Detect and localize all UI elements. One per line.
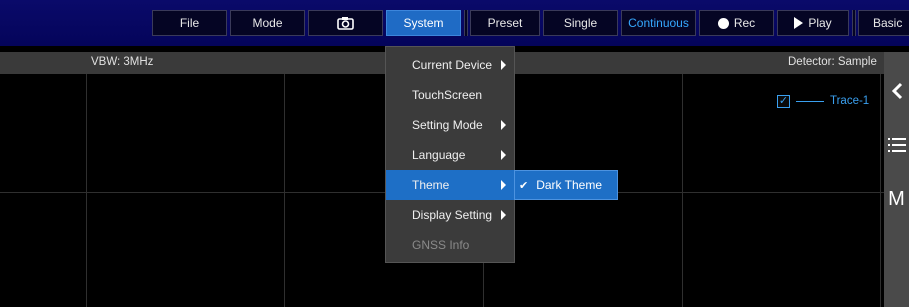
menu-item-display-setting[interactable]: Display Setting bbox=[386, 200, 514, 230]
trace-1-label: Trace-1 bbox=[830, 95, 870, 107]
mode-button[interactable]: Mode bbox=[230, 10, 305, 36]
menu-item-touchscreen[interactable]: TouchScreen bbox=[386, 80, 514, 110]
chevron-left-icon bbox=[891, 82, 902, 100]
submenu-arrow-icon bbox=[501, 150, 506, 160]
submenu-arrow-icon bbox=[501, 180, 506, 190]
basic-button[interactable]: Basic bbox=[858, 10, 909, 36]
system-label: System bbox=[403, 16, 444, 30]
file-button[interactable]: File bbox=[152, 10, 227, 36]
mode-label: Mode bbox=[252, 16, 283, 30]
menu-item-label: GNSS Info bbox=[412, 238, 470, 252]
menu-item-label: Setting Mode bbox=[412, 118, 483, 132]
collapse-panel-button[interactable] bbox=[884, 74, 909, 108]
theme-submenu-dark-theme[interactable]: ✔ Dark Theme bbox=[514, 170, 618, 200]
toolbar-separator bbox=[464, 10, 468, 36]
play-button[interactable]: Play bbox=[777, 10, 849, 36]
screenshot-button[interactable] bbox=[308, 10, 383, 36]
marker-button[interactable]: M bbox=[884, 182, 909, 216]
single-label: Single bbox=[563, 16, 598, 30]
preset-label: Preset bbox=[487, 16, 523, 30]
rec-label: Rec bbox=[733, 16, 756, 30]
camera-icon bbox=[337, 17, 354, 30]
menu-item-label: Theme bbox=[412, 178, 450, 192]
trace-legend: ✓ Trace-1 bbox=[777, 93, 869, 109]
continuous-label: Continuous bbox=[628, 16, 689, 30]
menu-item-label: Language bbox=[412, 148, 466, 162]
single-button[interactable]: Single bbox=[543, 10, 618, 36]
menu-item-gnss-info: GNSS Info bbox=[386, 230, 514, 260]
preset-button[interactable]: Preset bbox=[470, 10, 540, 36]
trace-1-checkbox[interactable]: ✓ bbox=[777, 94, 790, 108]
submenu-arrow-icon bbox=[501, 210, 506, 220]
submenu-item-label: Dark Theme bbox=[536, 178, 603, 192]
menu-item-setting-mode[interactable]: Setting Mode bbox=[386, 110, 514, 140]
menu-item-label: Current Device bbox=[412, 58, 493, 72]
menu-list-button[interactable] bbox=[884, 128, 909, 162]
record-button[interactable]: Rec bbox=[699, 10, 774, 36]
menu-item-label: TouchScreen bbox=[412, 88, 483, 102]
list-icon bbox=[887, 138, 906, 152]
record-dot-icon bbox=[717, 17, 729, 29]
grid-line bbox=[682, 74, 683, 307]
trace-1-line bbox=[796, 100, 824, 102]
system-menu: Current Device TouchScreen Setting Mode … bbox=[385, 46, 515, 263]
menu-item-label: Display Setting bbox=[412, 208, 493, 222]
menu-item-language[interactable]: Language bbox=[386, 140, 514, 170]
play-icon bbox=[794, 17, 804, 29]
continuous-button[interactable]: Continuous bbox=[621, 10, 696, 36]
system-button[interactable]: System bbox=[386, 10, 461, 36]
grid-line bbox=[284, 74, 285, 307]
grid-line bbox=[880, 74, 881, 307]
side-panel: M bbox=[884, 52, 909, 307]
top-toolbar: File Mode System Preset Single Continuou… bbox=[0, 0, 909, 46]
detector-readout: Detector: Sample bbox=[788, 56, 877, 68]
submenu-arrow-icon bbox=[501, 120, 506, 130]
file-label: File bbox=[179, 16, 200, 30]
menu-item-theme[interactable]: Theme bbox=[386, 170, 514, 200]
toolbar-separator bbox=[852, 10, 856, 36]
play-label: Play bbox=[808, 16, 832, 30]
basic-label: Basic bbox=[873, 16, 903, 30]
submenu-arrow-icon bbox=[501, 60, 506, 70]
vbw-readout: VBW: 3MHz bbox=[91, 56, 154, 68]
menu-item-current-device[interactable]: Current Device bbox=[386, 50, 514, 80]
check-icon: ✔ bbox=[519, 179, 529, 192]
grid-line bbox=[86, 74, 87, 307]
